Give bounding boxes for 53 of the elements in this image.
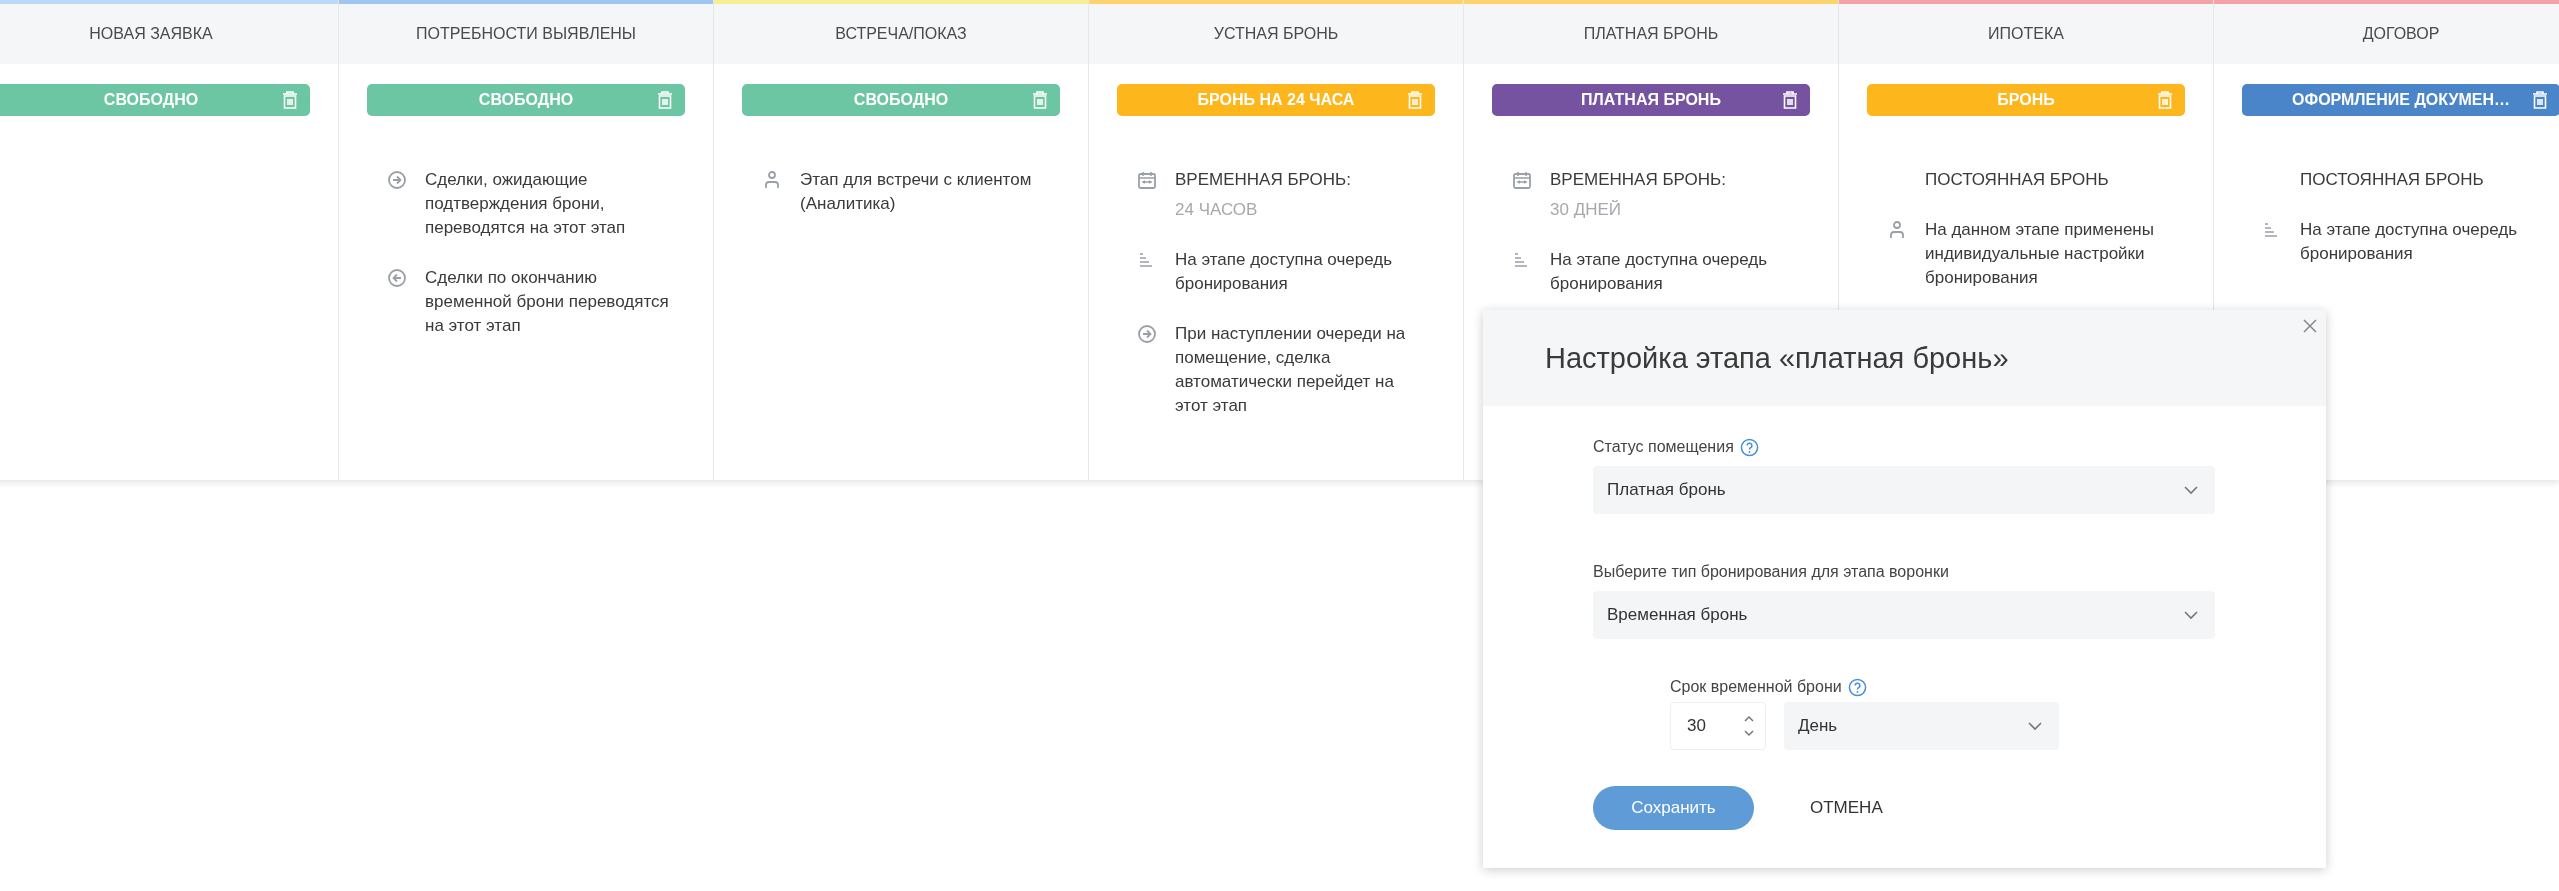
status-badge[interactable]: ПЛАТНАЯ БРОНЬ xyxy=(1492,84,1810,116)
stage-note: ПОСТОЯННАЯ БРОНЬ xyxy=(2300,169,2484,191)
trash-icon[interactable] xyxy=(2532,91,2548,109)
help-icon[interactable] xyxy=(1739,437,1759,457)
dialog-title: Настройка этапа «платная бронь» xyxy=(1545,341,2009,375)
stage-note: Сделки, ожидающие подтверждения брони, переводятся на этот этап xyxy=(425,169,627,239)
chevron-down-icon xyxy=(2027,721,2043,731)
select-field[interactable]: Платная бронь xyxy=(1593,466,2215,514)
person-icon xyxy=(762,170,782,190)
number-field[interactable]: 30 xyxy=(1670,702,1766,750)
column-header: УСТНАЯ БРОНЬ xyxy=(1089,0,1463,64)
note-detail: 30 ДНЕЙ xyxy=(1550,199,1622,221)
status-badge[interactable]: СВОБОДНО xyxy=(742,84,1060,116)
column-header: ПЛАТНАЯ БРОНЬ xyxy=(1464,0,1838,64)
select-field[interactable]: День xyxy=(1784,702,2059,750)
arrow-circle-icon xyxy=(387,170,407,190)
arrow-circle-icon xyxy=(387,268,407,288)
field-label: Выберите тип бронирования для этапа воронки xyxy=(1593,563,1949,581)
column-header: ВСТРЕЧА/ПОКАЗ xyxy=(714,0,1088,64)
chevron-down-icon xyxy=(2183,610,2199,620)
column-header: ПОТРЕБНОСТИ ВЫЯВЛЕНЫ xyxy=(339,0,713,64)
arrow-circle-icon xyxy=(1137,324,1157,344)
stage-note: ВРЕМЕННАЯ БРОНЬ: xyxy=(1550,169,1726,191)
field-label: Статус помещения xyxy=(1593,438,1734,456)
save-button[interactable]: Сохранить xyxy=(1593,786,1754,830)
status-badge[interactable]: ОФОРМЛЕНИЕ ДОКУМЕН… xyxy=(2242,84,2559,116)
select-field[interactable]: Временная бронь xyxy=(1593,591,2215,639)
stage-note: При наступлении очереди на помещение, сделка автоматически перейдет на этот этап xyxy=(1175,323,1407,417)
calendar-icon xyxy=(1512,170,1532,190)
stage-note: На этапе доступна очередь бронирования xyxy=(1175,249,1393,295)
column-header: ДОГОВОР xyxy=(2214,0,2559,64)
column-header: НОВАЯ ЗАЯВКА xyxy=(0,0,338,64)
column-header: ИПОТЕКА xyxy=(1839,0,2213,64)
calendar-icon xyxy=(1137,170,1157,190)
chevron-down-icon xyxy=(2183,485,2199,495)
stage-note: ВРЕМЕННАЯ БРОНЬ: xyxy=(1175,169,1351,191)
status-badge[interactable]: СВОБОДНО xyxy=(367,84,685,116)
stage-note: На этапе доступна очередь бронирования xyxy=(1550,249,1768,295)
help-icon[interactable] xyxy=(1847,677,1867,697)
stage-note: Этап для встречи с клиентом (Аналитика) xyxy=(800,169,1033,215)
trash-icon[interactable] xyxy=(1782,91,1798,109)
up-caret-icon[interactable] xyxy=(1743,715,1755,723)
status-badge[interactable]: СВОБОДНО xyxy=(0,84,310,116)
stage-note: ПОСТОЯННАЯ БРОНЬ xyxy=(1925,169,2109,191)
down-caret-icon[interactable] xyxy=(1743,729,1755,737)
note-detail: 24 ЧАСОВ xyxy=(1175,199,1259,221)
field-label: Срок временной брони xyxy=(1670,678,1842,696)
stage-note: Сделки по окончанию временной брони переводятся на этот этап xyxy=(425,267,669,337)
stage-note: На этапе доступна очередь бронирования xyxy=(2300,219,2518,265)
close-icon[interactable] xyxy=(2302,318,2318,334)
person-icon xyxy=(1887,220,1907,240)
cancel-button[interactable]: ОТМЕНА xyxy=(1794,798,1899,818)
stage-note: На данном этапе применены индивидуальные настройки бронирования xyxy=(1925,219,2155,289)
